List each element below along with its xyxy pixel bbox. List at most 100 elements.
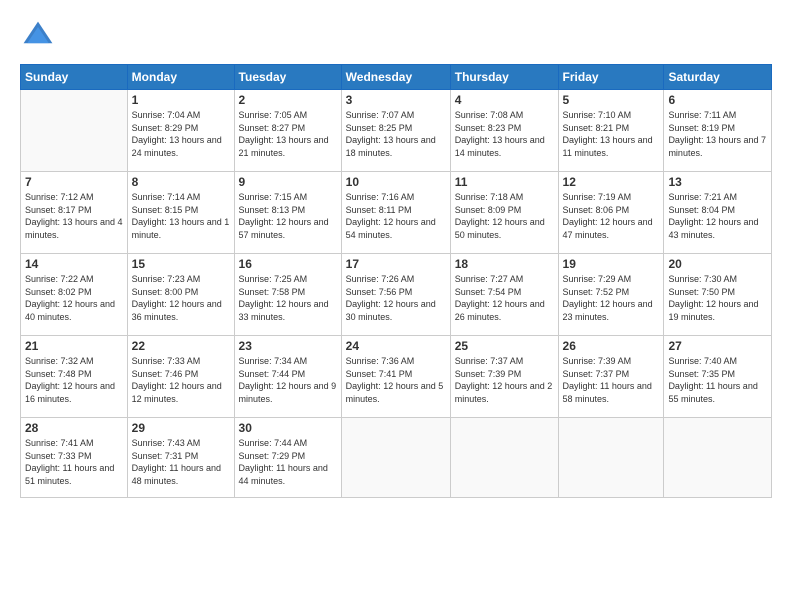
calendar-cell: 25 Sunrise: 7:37 AMSunset: 7:39 PMDayligh…	[450, 336, 558, 418]
week-row-4: 21 Sunrise: 7:32 AMSunset: 7:48 PMDayligh…	[21, 336, 772, 418]
calendar-cell	[450, 418, 558, 498]
day-info: Sunrise: 7:04 AMSunset: 8:29 PMDaylight:…	[132, 109, 230, 159]
calendar-cell: 10Sunrise: 7:16 AMSunset: 8:11 PMDayligh…	[341, 172, 450, 254]
day-number: 5	[563, 93, 660, 107]
calendar-table: SundayMondayTuesdayWednesdayThursdayFrid…	[20, 64, 772, 498]
day-info: Sunrise: 7:12 AMSunset: 8:17 PMDaylight:…	[25, 191, 123, 241]
calendar-cell: 20 Sunrise: 7:30 AMSunset: 7:50 PMDayligh…	[664, 254, 772, 336]
day-number: 14	[25, 257, 123, 271]
day-info: Sunrise: 7:21 AMSunset: 8:04 PMDaylight:…	[668, 191, 767, 241]
day-header-monday: Monday	[127, 65, 234, 90]
day-header-saturday: Saturday	[664, 65, 772, 90]
day-header-tuesday: Tuesday	[234, 65, 341, 90]
logo	[20, 18, 60, 54]
calendar-cell	[664, 418, 772, 498]
week-row-2: 7 Sunrise: 7:12 AMSunset: 8:17 PMDaylight…	[21, 172, 772, 254]
day-number: 1	[132, 93, 230, 107]
calendar-cell: 14 Sunrise: 7:22 AMSunset: 8:02 PMDayligh…	[21, 254, 128, 336]
day-info: Sunrise: 7:43 AMSunset: 7:31 PMDaylight:…	[132, 437, 230, 487]
day-info: Sunrise: 7:25 AMSunset: 7:58 PMDaylight:…	[239, 273, 337, 323]
calendar-cell: 30 Sunrise: 7:44 AMSunset: 7:29 PMDayligh…	[234, 418, 341, 498]
calendar-cell: 18Sunrise: 7:27 AMSunset: 7:54 PMDayligh…	[450, 254, 558, 336]
day-number: 29	[132, 421, 230, 435]
calendar-cell: 7 Sunrise: 7:12 AMSunset: 8:17 PMDaylight…	[21, 172, 128, 254]
calendar-cell	[558, 418, 664, 498]
calendar-cell: 13 Sunrise: 7:21 AMSunset: 8:04 PMDayligh…	[664, 172, 772, 254]
day-number: 15	[132, 257, 230, 271]
day-number: 20	[668, 257, 767, 271]
day-info: Sunrise: 7:15 AMSunset: 8:13 PMDaylight:…	[239, 191, 337, 241]
day-info: Sunrise: 7:08 AMSunset: 8:23 PMDaylight:…	[455, 109, 554, 159]
calendar-cell: 3 Sunrise: 7:07 AMSunset: 8:25 PMDaylight…	[341, 90, 450, 172]
day-number: 7	[25, 175, 123, 189]
calendar-cell	[21, 90, 128, 172]
day-info: Sunrise: 7:14 AMSunset: 8:15 PMDaylight:…	[132, 191, 230, 241]
calendar-cell: 8 Sunrise: 7:14 AMSunset: 8:15 PMDaylight…	[127, 172, 234, 254]
day-number: 21	[25, 339, 123, 353]
day-info: Sunrise: 7:41 AMSunset: 7:33 PMDaylight:…	[25, 437, 123, 487]
day-number: 4	[455, 93, 554, 107]
day-number: 3	[346, 93, 446, 107]
day-info: Sunrise: 7:37 AMSunset: 7:39 PMDaylight:…	[455, 355, 554, 405]
day-info: Sunrise: 7:32 AMSunset: 7:48 PMDaylight:…	[25, 355, 123, 405]
day-number: 9	[239, 175, 337, 189]
calendar-cell: 4 Sunrise: 7:08 AMSunset: 8:23 PMDaylight…	[450, 90, 558, 172]
calendar-cell: 16Sunrise: 7:25 AMSunset: 7:58 PMDayligh…	[234, 254, 341, 336]
day-number: 11	[455, 175, 554, 189]
day-number: 27	[668, 339, 767, 353]
day-info: Sunrise: 7:36 AMSunset: 7:41 PMDaylight:…	[346, 355, 446, 405]
calendar-cell	[341, 418, 450, 498]
calendar-cell: 21 Sunrise: 7:32 AMSunset: 7:48 PMDayligh…	[21, 336, 128, 418]
day-number: 30	[239, 421, 337, 435]
day-info: Sunrise: 7:29 AMSunset: 7:52 PMDaylight:…	[563, 273, 660, 323]
calendar-header-row: SundayMondayTuesdayWednesdayThursdayFrid…	[21, 65, 772, 90]
calendar-cell: 2 Sunrise: 7:05 AMSunset: 8:27 PMDaylight…	[234, 90, 341, 172]
day-number: 12	[563, 175, 660, 189]
day-header-friday: Friday	[558, 65, 664, 90]
day-number: 2	[239, 93, 337, 107]
day-info: Sunrise: 7:19 AMSunset: 8:06 PMDaylight:…	[563, 191, 660, 241]
calendar-cell: 12 Sunrise: 7:19 AMSunset: 8:06 PMDayligh…	[558, 172, 664, 254]
logo-icon	[20, 18, 56, 54]
day-number: 25	[455, 339, 554, 353]
day-info: Sunrise: 7:33 AMSunset: 7:46 PMDaylight:…	[132, 355, 230, 405]
day-info: Sunrise: 7:34 AMSunset: 7:44 PMDaylight:…	[239, 355, 337, 405]
day-number: 24	[346, 339, 446, 353]
day-info: Sunrise: 7:05 AMSunset: 8:27 PMDaylight:…	[239, 109, 337, 159]
day-info: Sunrise: 7:07 AMSunset: 8:25 PMDaylight:…	[346, 109, 446, 159]
calendar-cell: 24 Sunrise: 7:36 AMSunset: 7:41 PMDayligh…	[341, 336, 450, 418]
day-info: Sunrise: 7:44 AMSunset: 7:29 PMDaylight:…	[239, 437, 337, 487]
day-number: 23	[239, 339, 337, 353]
calendar-cell: 9 Sunrise: 7:15 AMSunset: 8:13 PMDaylight…	[234, 172, 341, 254]
day-number: 19	[563, 257, 660, 271]
day-info: Sunrise: 7:27 AMSunset: 7:54 PMDaylight:…	[455, 273, 554, 323]
day-info: Sunrise: 7:40 AMSunset: 7:35 PMDaylight:…	[668, 355, 767, 405]
day-number: 22	[132, 339, 230, 353]
day-info: Sunrise: 7:30 AMSunset: 7:50 PMDaylight:…	[668, 273, 767, 323]
day-number: 26	[563, 339, 660, 353]
day-info: Sunrise: 7:16 AMSunset: 8:11 PMDaylight:…	[346, 191, 446, 241]
day-number: 8	[132, 175, 230, 189]
calendar-cell: 19 Sunrise: 7:29 AMSunset: 7:52 PMDayligh…	[558, 254, 664, 336]
calendar-cell: 17Sunrise: 7:26 AMSunset: 7:56 PMDayligh…	[341, 254, 450, 336]
day-info: Sunrise: 7:10 AMSunset: 8:21 PMDaylight:…	[563, 109, 660, 159]
day-number: 6	[668, 93, 767, 107]
day-number: 28	[25, 421, 123, 435]
day-header-thursday: Thursday	[450, 65, 558, 90]
calendar-cell: 11Sunrise: 7:18 AMSunset: 8:09 PMDayligh…	[450, 172, 558, 254]
day-info: Sunrise: 7:23 AMSunset: 8:00 PMDaylight:…	[132, 273, 230, 323]
calendar-cell: 1 Sunrise: 7:04 AMSunset: 8:29 PMDaylight…	[127, 90, 234, 172]
page: SundayMondayTuesdayWednesdayThursdayFrid…	[0, 0, 792, 612]
day-info: Sunrise: 7:26 AMSunset: 7:56 PMDaylight:…	[346, 273, 446, 323]
day-info: Sunrise: 7:22 AMSunset: 8:02 PMDaylight:…	[25, 273, 123, 323]
calendar-cell: 23 Sunrise: 7:34 AMSunset: 7:44 PMDayligh…	[234, 336, 341, 418]
day-info: Sunrise: 7:11 AMSunset: 8:19 PMDaylight:…	[668, 109, 767, 159]
week-row-5: 28 Sunrise: 7:41 AMSunset: 7:33 PMDayligh…	[21, 418, 772, 498]
calendar-cell: 26 Sunrise: 7:39 AMSunset: 7:37 PMDayligh…	[558, 336, 664, 418]
day-info: Sunrise: 7:39 AMSunset: 7:37 PMDaylight:…	[563, 355, 660, 405]
day-header-wednesday: Wednesday	[341, 65, 450, 90]
day-number: 13	[668, 175, 767, 189]
header	[20, 18, 772, 54]
calendar-cell: 22 Sunrise: 7:33 AMSunset: 7:46 PMDayligh…	[127, 336, 234, 418]
week-row-1: 1 Sunrise: 7:04 AMSunset: 8:29 PMDaylight…	[21, 90, 772, 172]
